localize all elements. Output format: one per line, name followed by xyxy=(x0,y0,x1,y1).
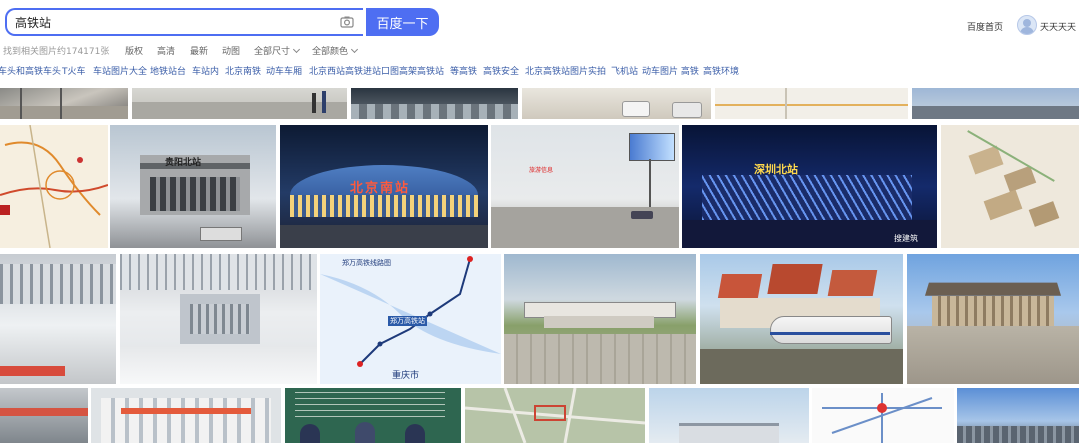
related-tag[interactable]: 北京高铁站图片实拍 xyxy=(525,64,606,77)
filter-copyright[interactable]: 版权 xyxy=(125,44,143,57)
filter-color-dropdown[interactable]: 全部颜色 xyxy=(312,44,359,57)
related-tag[interactable]: 北京西站高铁进站口图 xyxy=(309,64,399,77)
image-result[interactable] xyxy=(132,88,347,119)
result-count: 找到相关图片约174171张 xyxy=(3,47,110,57)
related-tag[interactable]: 高架高铁站 xyxy=(399,64,444,77)
image-result[interactable] xyxy=(0,388,88,443)
search-button[interactable]: 百度一下 xyxy=(366,8,439,36)
image-result[interactable] xyxy=(285,388,461,443)
image-caption: 郑万高铁站 xyxy=(388,316,427,326)
image-result[interactable] xyxy=(0,88,128,119)
image-caption: 深圳北站 xyxy=(754,163,798,176)
image-result[interactable] xyxy=(0,125,108,248)
related-tag[interactable]: 等高铁 xyxy=(450,64,477,77)
related-tag[interactable]: 车站图片大全 xyxy=(93,64,147,77)
image-result[interactable] xyxy=(120,254,317,384)
image-result[interactable] xyxy=(907,254,1079,384)
filter-size-dropdown[interactable]: 全部尺寸 xyxy=(254,44,301,57)
image-result[interactable] xyxy=(351,88,518,119)
related-tag[interactable]: 地铁站台 xyxy=(150,64,186,77)
filter-latest[interactable]: 最新 xyxy=(190,44,208,57)
image-result[interactable] xyxy=(715,88,908,119)
chevron-down-icon xyxy=(292,45,301,54)
username[interactable]: 天天天天 xyxy=(1040,20,1076,33)
related-tag[interactable]: 高铁安全 xyxy=(483,64,519,77)
search-input[interactable] xyxy=(15,14,315,30)
image-result[interactable]: 郑万高铁线路图 郑万高铁站 重庆市 xyxy=(320,254,501,384)
image-result[interactable] xyxy=(0,254,116,384)
related-tag[interactable]: 飞机站 xyxy=(611,64,638,77)
image-caption: 北京南站 xyxy=(350,181,411,196)
image-result[interactable]: 贵阳北站 xyxy=(110,125,276,248)
image-caption: 郑万高铁线路图 xyxy=(342,259,391,267)
image-result[interactable]: 旅游信息 xyxy=(491,125,679,248)
image-result[interactable] xyxy=(957,388,1079,443)
related-tag[interactable]: T火车 xyxy=(62,64,86,77)
filter-animated[interactable]: 动图 xyxy=(222,44,240,57)
image-result[interactable] xyxy=(522,88,711,119)
related-tag[interactable]: 高铁环境 xyxy=(703,64,739,77)
filter-hd[interactable]: 高清 xyxy=(157,44,175,57)
image-result[interactable] xyxy=(91,388,281,443)
avatar[interactable] xyxy=(1017,15,1037,35)
related-tag[interactable]: 车头和高铁车头 xyxy=(0,64,61,77)
watermark: 搜建筑 xyxy=(894,234,918,243)
baidu-home-link[interactable]: 百度首页 xyxy=(967,20,1003,33)
image-result[interactable] xyxy=(465,388,645,443)
image-result[interactable]: 北京南站 xyxy=(280,125,488,248)
image-result[interactable] xyxy=(912,88,1079,119)
image-caption: 重庆市 xyxy=(392,371,420,381)
related-tag[interactable]: 动车图片 高铁 xyxy=(642,64,699,77)
image-result[interactable] xyxy=(504,254,696,384)
image-result[interactable]: 深圳北站 搜建筑 xyxy=(682,125,937,248)
related-tag[interactable]: 动车车厢 xyxy=(266,64,302,77)
image-result[interactable] xyxy=(649,388,809,443)
related-tag[interactable]: 北京南铁 xyxy=(225,64,261,77)
chevron-down-icon xyxy=(350,45,359,54)
search-box[interactable] xyxy=(5,8,363,36)
camera-icon[interactable] xyxy=(340,15,354,29)
image-result[interactable] xyxy=(700,254,903,384)
image-result[interactable] xyxy=(812,388,954,443)
image-result[interactable] xyxy=(941,125,1079,248)
station-sign: 贵阳北站 xyxy=(165,158,202,168)
related-tag[interactable]: 车站内 xyxy=(192,64,219,77)
image-caption: 旅游信息 xyxy=(529,167,554,174)
